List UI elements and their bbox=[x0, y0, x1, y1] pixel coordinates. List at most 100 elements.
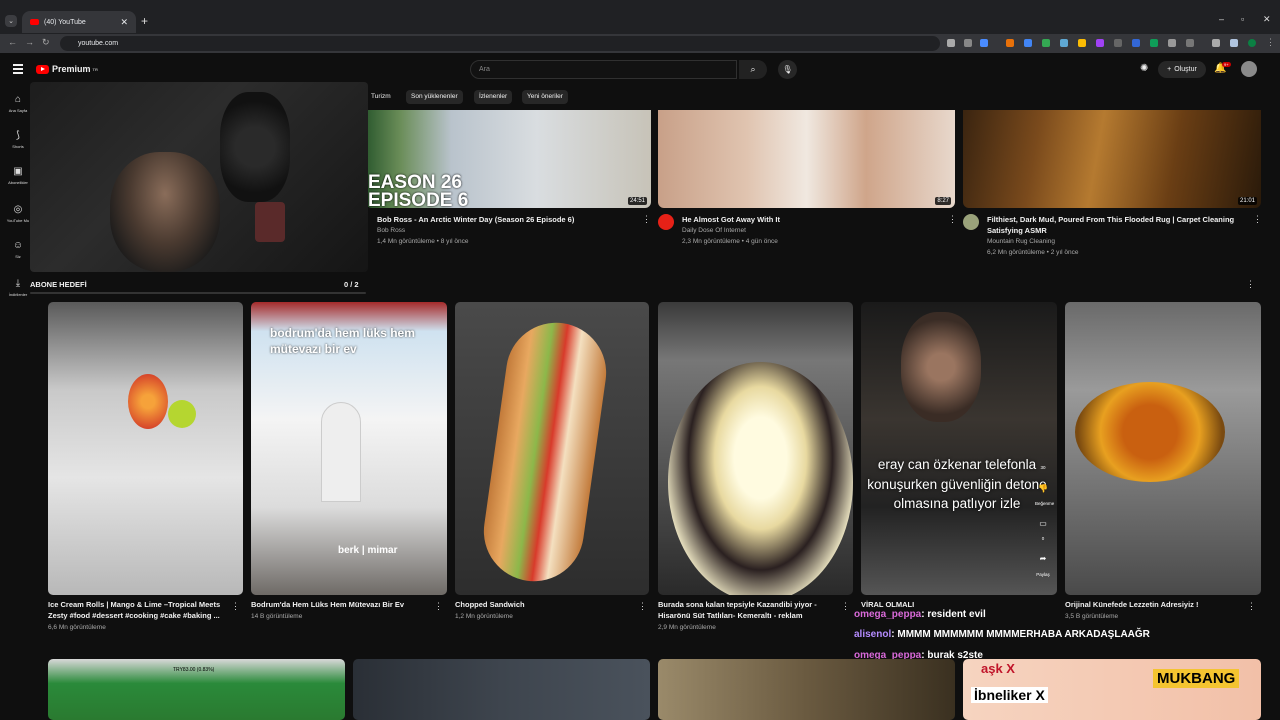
short-title[interactable]: Bodrum'da Hem Lüks Hem Mütevazı Bir Ev bbox=[251, 599, 436, 610]
reload-icon[interactable]: ↻ bbox=[42, 37, 50, 48]
channel-name[interactable]: Daily Dose Of Internet bbox=[682, 225, 746, 236]
notification-badge: 9+ bbox=[1222, 62, 1231, 67]
minimize-icon[interactable]: – bbox=[1219, 14, 1224, 24]
short-title-line2[interactable]: Zesty #food #dessert #cooking #cake #bak… bbox=[48, 610, 233, 621]
address-bar[interactable]: youtube.com bbox=[60, 36, 940, 51]
extension-icon[interactable] bbox=[1006, 39, 1014, 47]
close-window-icon[interactable]: ✕ bbox=[1263, 14, 1271, 25]
channel-avatar[interactable] bbox=[963, 214, 979, 230]
profile-icon[interactable] bbox=[1230, 39, 1238, 47]
new-tab-icon[interactable]: + bbox=[141, 14, 148, 28]
short-thumbnail[interactable] bbox=[658, 302, 853, 595]
search-input[interactable]: Ara bbox=[470, 60, 737, 79]
hide-icon[interactable] bbox=[964, 39, 972, 47]
microphone-figure bbox=[255, 202, 285, 242]
short-thumbnail[interactable] bbox=[48, 302, 243, 595]
short-title-line1[interactable]: Burada sona kalan tepsiyle Kazandibi yiy… bbox=[658, 599, 848, 610]
extension-icon[interactable] bbox=[1060, 39, 1068, 47]
more-options-icon[interactable]: ⋮ bbox=[638, 601, 647, 612]
video-thumbnail[interactable]: aşk X İbneliker X MUKBANG bbox=[963, 659, 1261, 720]
video-meta: 2,3 Mn görüntüleme • 4 gün önce bbox=[682, 238, 778, 245]
more-options-icon[interactable]: ⋮ bbox=[1247, 601, 1256, 612]
video-thumbnail[interactable] bbox=[658, 659, 955, 720]
more-options-icon[interactable]: ⋮ bbox=[1253, 214, 1262, 225]
video-title[interactable]: Bob Ross - An Arctic Winter Day (Season … bbox=[377, 214, 637, 225]
channel-name[interactable]: Bob Ross bbox=[377, 225, 405, 236]
channel-name[interactable]: Mountain Rug Cleaning bbox=[987, 236, 1055, 247]
chip-turizm[interactable]: Turizm bbox=[366, 90, 396, 104]
short-thumbnail[interactable] bbox=[455, 302, 649, 595]
account-icon[interactable] bbox=[1248, 39, 1256, 47]
microphone-icon[interactable]: 🎙 bbox=[778, 60, 797, 79]
shorts-more-icon[interactable]: ⋮ bbox=[1246, 279, 1255, 290]
download-icon[interactable] bbox=[1212, 39, 1220, 47]
video-thumbnail[interactable]: 8:27 bbox=[658, 110, 955, 208]
more-options-icon[interactable]: ⋮ bbox=[231, 601, 240, 612]
chat-text: : resident evil bbox=[921, 609, 986, 620]
browser-menu-icon[interactable]: ⋮ bbox=[1266, 37, 1275, 48]
video-meta: 6,2 Mn görüntüleme • 2 yıl önce bbox=[987, 249, 1079, 256]
more-options-icon[interactable]: ⋮ bbox=[948, 214, 957, 225]
short-views: 3,5 B görüntüleme bbox=[1065, 613, 1119, 620]
video-title-line2[interactable]: Satisfying ASMR bbox=[987, 225, 1247, 236]
browser-tab[interactable]: (40) YouTube ✕ bbox=[22, 11, 136, 33]
chat-message: alisenol: MMMM MMMMMM MMMMERHABA ARKADAŞ… bbox=[854, 629, 1150, 640]
extension-icon[interactable] bbox=[1042, 39, 1050, 47]
search-icon[interactable]: ⌕ bbox=[739, 60, 767, 79]
video-thumbnail[interactable] bbox=[353, 659, 650, 720]
comment-icon[interactable]: ▭ bbox=[1035, 519, 1051, 528]
subscriber-goal-bar bbox=[30, 292, 366, 294]
maximize-icon[interactable]: ▫ bbox=[1241, 14, 1244, 24]
chip-son-yuklenenler[interactable]: Son yüklenenler bbox=[406, 90, 463, 104]
extension-icon[interactable] bbox=[1150, 39, 1158, 47]
short-title-line1[interactable]: Ice Cream Rolls | Mango & Lime –Tropical… bbox=[48, 599, 233, 610]
youtube-favicon-icon bbox=[30, 19, 39, 25]
forward-icon[interactable]: → bbox=[25, 37, 34, 47]
back-icon[interactable]: ← bbox=[8, 37, 17, 47]
cast-icon[interactable] bbox=[947, 39, 955, 47]
video-thumbnail[interactable]: 21:01 bbox=[963, 110, 1261, 208]
extension-icon[interactable] bbox=[1132, 39, 1140, 47]
video-thumbnail[interactable]: EASON 26 EPISODE 6 24:51 bbox=[366, 110, 651, 208]
chat-message: omega_peppa: resident evil bbox=[854, 609, 986, 620]
video-thumbnail[interactable]: TRY83.00 (0.83%) bbox=[48, 659, 345, 720]
channel-avatar[interactable] bbox=[658, 214, 674, 230]
lime-figure bbox=[168, 400, 196, 428]
video-title[interactable]: He Almost Got Away With It bbox=[682, 214, 942, 225]
short-title[interactable]: Orijinal Künefede Lezzetin Adresiyiz ! bbox=[1065, 599, 1250, 610]
webcam-overlay bbox=[30, 82, 368, 272]
more-options-icon[interactable]: ⋮ bbox=[434, 601, 443, 612]
extension-icon[interactable] bbox=[1168, 39, 1176, 47]
extension-icon[interactable] bbox=[1114, 39, 1122, 47]
short-thumbnail[interactable] bbox=[1065, 302, 1261, 595]
short-views: 2,9 Mn görüntüleme bbox=[658, 624, 716, 631]
short-thumbnail[interactable] bbox=[861, 302, 1057, 595]
more-options-icon[interactable]: ⋮ bbox=[841, 601, 850, 612]
chat-username: omega_peppa bbox=[854, 609, 922, 620]
chip-yeni-oneriler[interactable]: Yeni öneriler bbox=[522, 90, 568, 104]
video-title-line1[interactable]: Filthiest, Dark Mud, Poured From This Fl… bbox=[987, 214, 1247, 225]
short-title[interactable]: Chopped Sandwich bbox=[455, 599, 640, 610]
extensions-puzzle-icon[interactable] bbox=[1186, 39, 1194, 47]
comment-count: 0 bbox=[1041, 536, 1045, 541]
tab-search-icon[interactable]: ⌄ bbox=[5, 15, 17, 27]
share-icon[interactable]: ➦ bbox=[1035, 554, 1051, 563]
extension-icon[interactable] bbox=[1096, 39, 1104, 47]
dislike-icon[interactable]: 👎 bbox=[1035, 484, 1051, 493]
close-tab-icon[interactable]: ✕ bbox=[120, 17, 128, 28]
video-meta: 1,4 Mn görüntüleme • 8 yıl önce bbox=[377, 238, 469, 245]
short-title-line2[interactable]: Hisarönü Süt Tatlıları- Kemeraltı - rekl… bbox=[658, 610, 848, 621]
extension-icon[interactable] bbox=[1024, 39, 1032, 47]
avatar[interactable] bbox=[1241, 61, 1257, 77]
chip-izlenenler[interactable]: İzlenenler bbox=[474, 90, 513, 104]
thumbnail-text: TRY83.00 (0.83%) bbox=[173, 667, 215, 673]
more-options-icon[interactable]: ⋮ bbox=[642, 214, 651, 225]
create-button[interactable]: + Oluştur bbox=[1158, 61, 1206, 78]
menu-icon[interactable] bbox=[13, 64, 23, 74]
extension-gear-icon[interactable]: ✺ bbox=[1140, 63, 1148, 74]
extension-icon[interactable] bbox=[1078, 39, 1086, 47]
bookmark-star-icon[interactable] bbox=[980, 39, 988, 47]
short-credit: berk | mimar bbox=[338, 545, 398, 556]
youtube-logo[interactable]: Premium TR bbox=[36, 64, 98, 74]
short-views: 1,2 Mn görüntüleme bbox=[455, 613, 513, 620]
